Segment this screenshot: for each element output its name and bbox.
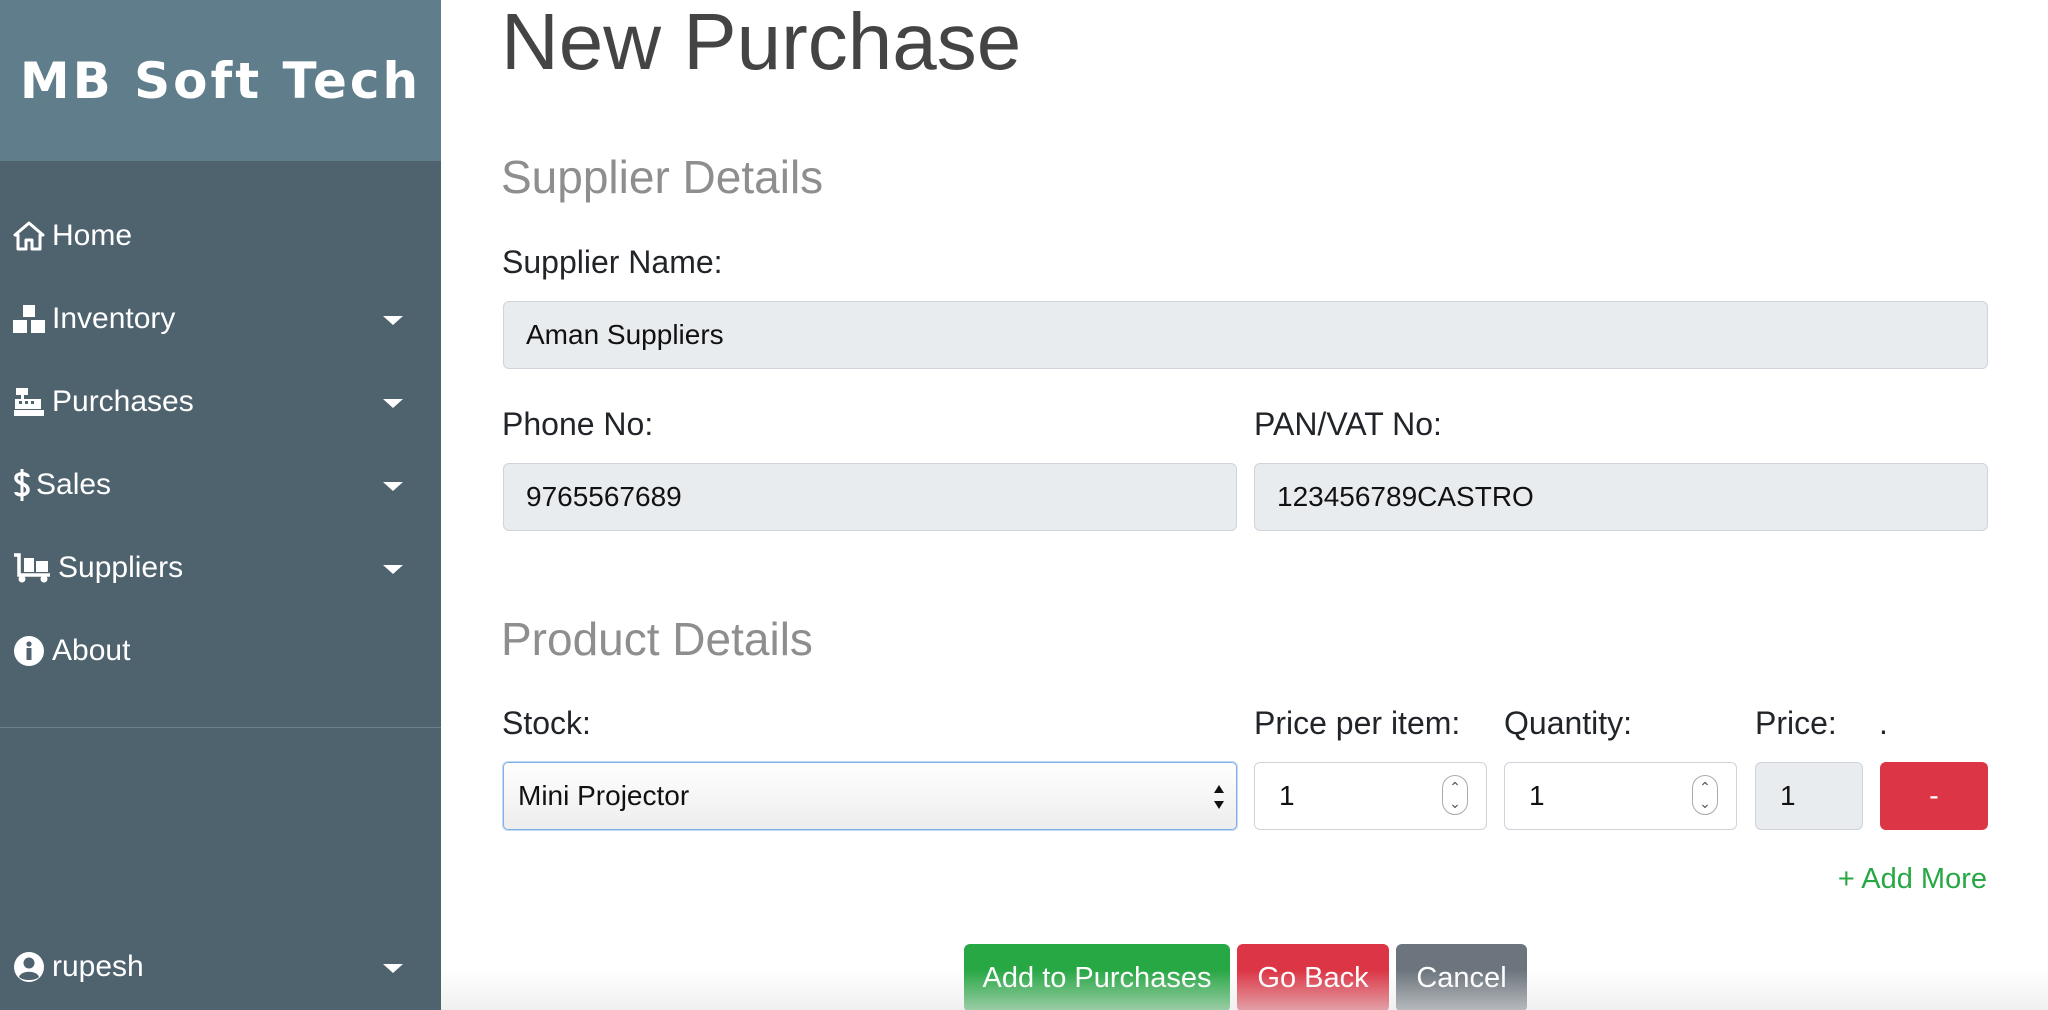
quantity-label: Quantity: bbox=[1504, 705, 1633, 741]
dollar-icon bbox=[12, 468, 32, 502]
price-field: 1 bbox=[1755, 762, 1863, 830]
pan-vat-value: 123456789CASTRO bbox=[1277, 481, 1534, 512]
sidebar-item-about[interactable]: About bbox=[0, 621, 441, 681]
stock-select-value: Mini Projector bbox=[518, 780, 690, 811]
price-per-item-input[interactable]: 1 ⌃ ⌄ bbox=[1254, 762, 1487, 830]
chevron-down-icon bbox=[383, 964, 403, 973]
sidebar-item-inventory[interactable]: Inventory bbox=[0, 289, 441, 349]
sidebar-item-home[interactable]: Home bbox=[0, 206, 441, 266]
sidebar-item-sales[interactable]: Sales bbox=[0, 455, 441, 515]
user-name: rupesh bbox=[52, 950, 144, 983]
number-stepper-icon[interactable]: ⌃ ⌄ bbox=[1692, 775, 1718, 815]
quantity-value: 1 bbox=[1529, 780, 1545, 811]
chevron-down-icon bbox=[383, 316, 403, 325]
number-stepper-icon[interactable]: ⌃ ⌄ bbox=[1442, 775, 1468, 815]
sidebar-item-label: Sales bbox=[36, 468, 112, 501]
phone-field[interactable]: 9765567689 bbox=[503, 463, 1237, 531]
chevron-down-icon bbox=[383, 399, 403, 408]
sidebar-item-label: Purchases bbox=[52, 385, 194, 418]
cancel-button[interactable]: Cancel bbox=[1396, 944, 1527, 1010]
boxes-icon bbox=[12, 302, 46, 336]
supplier-name-field[interactable]: Aman Suppliers bbox=[503, 301, 1988, 369]
info-circle-icon bbox=[12, 634, 46, 668]
supplier-details-heading: Supplier Details bbox=[501, 151, 824, 203]
sidebar-item-suppliers[interactable]: Suppliers bbox=[0, 538, 441, 598]
sidebar-item-label: Inventory bbox=[52, 302, 176, 335]
supplier-name-label: Supplier Name: bbox=[502, 244, 723, 280]
sidebar-item-purchases[interactable]: Purchases bbox=[0, 372, 441, 432]
cash-register-icon bbox=[12, 385, 46, 419]
add-more-link[interactable]: + Add More bbox=[1838, 863, 1987, 896]
dolly-icon bbox=[12, 551, 52, 585]
user-menu[interactable]: rupesh bbox=[0, 937, 441, 997]
price-per-item-value: 1 bbox=[1279, 780, 1295, 811]
pan-vat-field[interactable]: 123456789CASTRO bbox=[1254, 463, 1988, 531]
brand-header: MB Soft Tech bbox=[0, 0, 441, 161]
stock-select[interactable]: Mini Projector bbox=[503, 762, 1237, 830]
main-content: New Purchase Supplier Details Supplier N… bbox=[441, 0, 2048, 1010]
product-details-heading: Product Details bbox=[501, 613, 813, 665]
phone-value: 9765567689 bbox=[526, 481, 682, 512]
quantity-input[interactable]: 1 ⌃ ⌄ bbox=[1504, 762, 1737, 830]
pan-vat-label: PAN/VAT No: bbox=[1254, 406, 1442, 442]
sidebar-item-label: Home bbox=[52, 219, 133, 252]
remove-column-label: . bbox=[1879, 705, 1888, 741]
stock-label: Stock: bbox=[502, 705, 591, 741]
phone-label: Phone No: bbox=[502, 406, 654, 442]
sidebar-item-label: About bbox=[52, 634, 131, 667]
sidebar: MB Soft Tech Home Inventory Purchases Sa… bbox=[0, 0, 441, 1010]
sidebar-divider bbox=[0, 727, 441, 728]
chevron-down-icon bbox=[383, 482, 403, 491]
home-icon bbox=[12, 219, 46, 253]
user-circle-icon bbox=[12, 950, 46, 984]
price-label: Price: bbox=[1755, 705, 1837, 741]
page-title: New Purchase bbox=[501, 0, 1022, 86]
supplier-name-value: Aman Suppliers bbox=[526, 319, 724, 350]
go-back-button[interactable]: Go Back bbox=[1237, 944, 1389, 1010]
price-value: 1 bbox=[1780, 780, 1796, 811]
brand-name: MB Soft Tech bbox=[19, 51, 422, 110]
price-per-item-label: Price per item: bbox=[1254, 705, 1461, 741]
select-arrows-icon bbox=[1214, 785, 1224, 809]
chevron-down-icon bbox=[383, 565, 403, 574]
remove-row-button[interactable]: - bbox=[1880, 762, 1988, 830]
sidebar-item-label: Suppliers bbox=[58, 551, 184, 584]
add-to-purchases-button[interactable]: Add to Purchases bbox=[964, 944, 1230, 1010]
